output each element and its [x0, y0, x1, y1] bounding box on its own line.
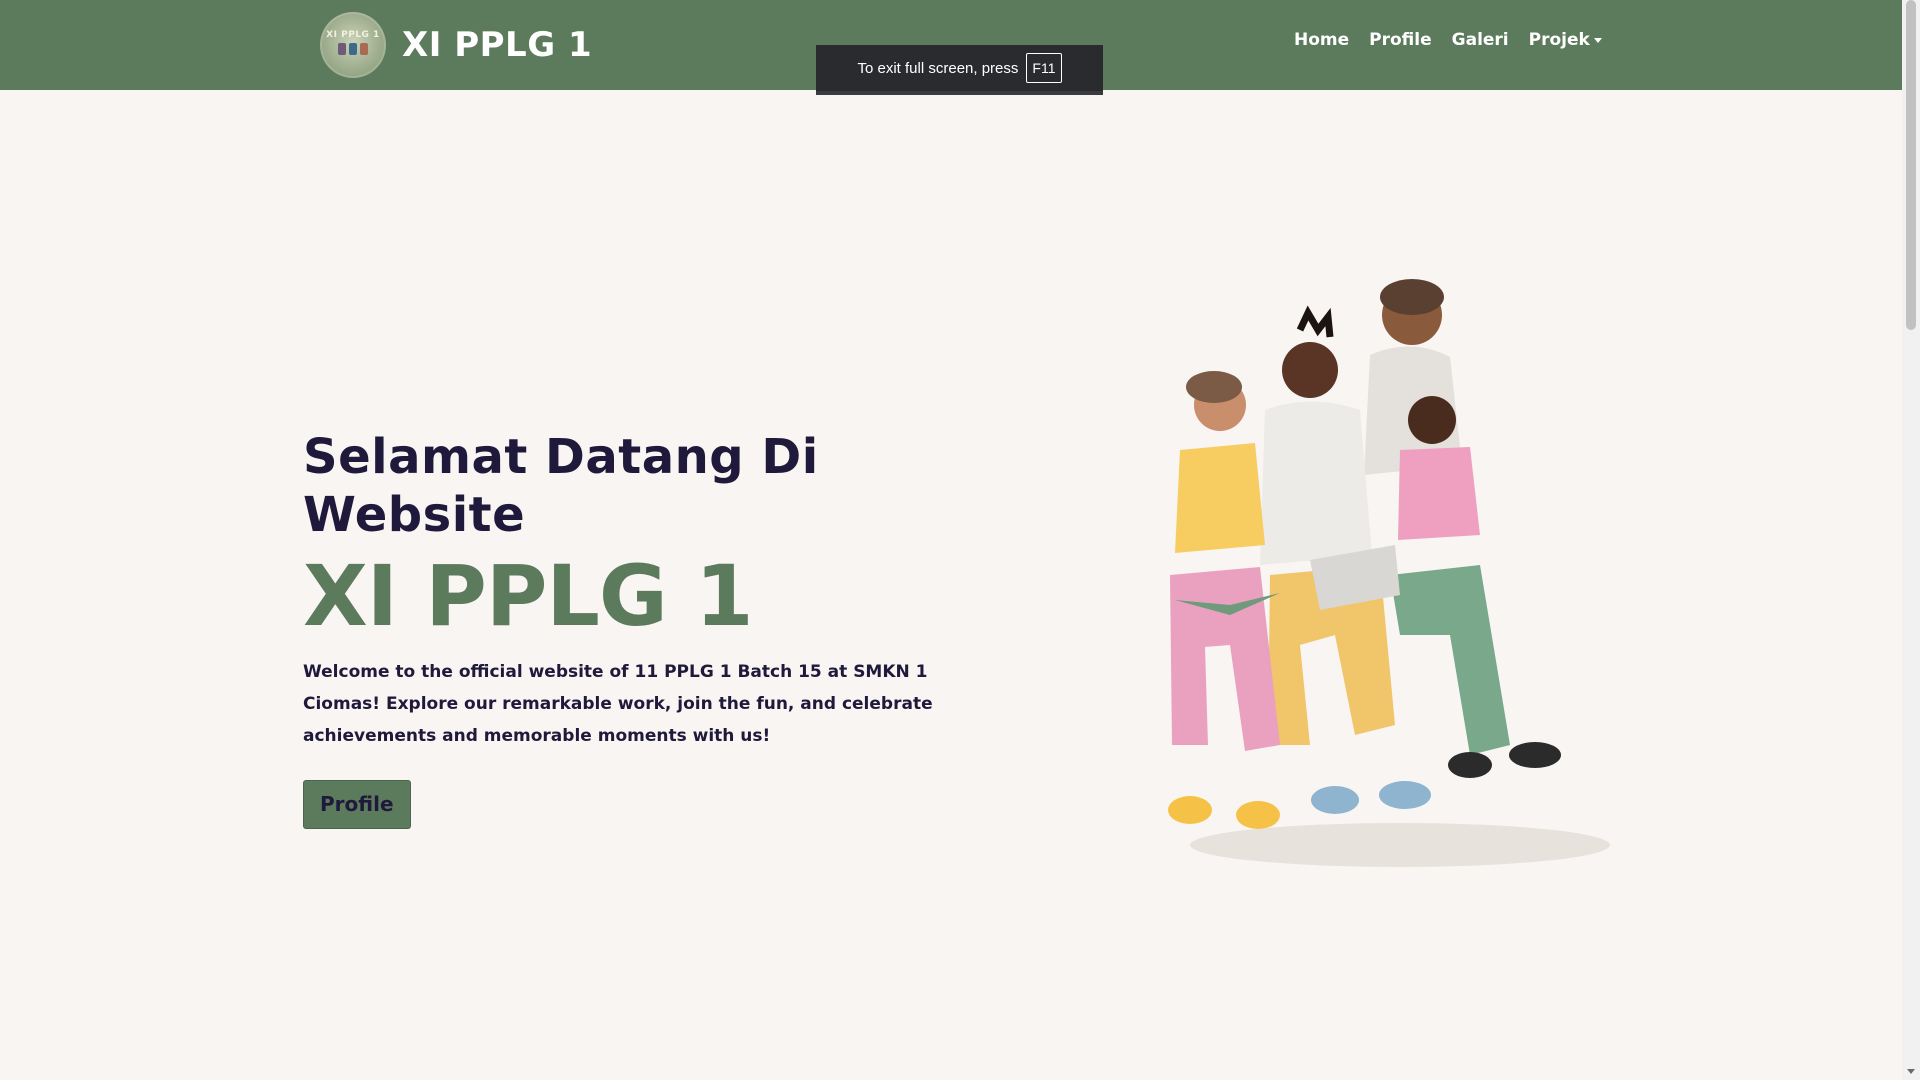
logo-label: XI PPLG 1	[326, 29, 380, 40]
hero-heading: Selamat Datang Di Website	[303, 429, 819, 543]
nav-menu: Home Profile Galeri Projek	[1294, 30, 1602, 50]
scroll-down-arrow-icon[interactable]	[1907, 1069, 1915, 1074]
caret-down-icon	[1593, 37, 1602, 43]
class-logo: XI PPLG 1	[320, 12, 386, 78]
nav-projek-label: Projek	[1528, 30, 1590, 50]
f11-key-badge: F11	[1026, 53, 1062, 83]
brand[interactable]: XI PPLG 1 XI PPLG 1	[320, 12, 592, 78]
nav-home[interactable]: Home	[1294, 30, 1349, 50]
fullscreen-message: To exit full screen, press	[857, 59, 1019, 77]
fullscreen-exit-toast: To exit full screen, press F11	[816, 45, 1103, 95]
logo-figures-icon	[338, 42, 368, 55]
hero-class-name: XI PPLG 1	[303, 547, 754, 645]
scrollbar-thumb[interactable]	[1906, 0, 1916, 330]
nav-projek-dropdown[interactable]: Projek	[1529, 30, 1602, 50]
profile-button[interactable]: Profile	[303, 780, 411, 829]
hero-section: Selamat Datang Di Website XI PPLG 1 Welc…	[303, 428, 963, 829]
nav-galeri[interactable]: Galeri	[1452, 30, 1509, 50]
hero-description: Welcome to the official website of 11 PP…	[303, 662, 933, 746]
nav-profile[interactable]: Profile	[1369, 30, 1431, 50]
brand-title: XI PPLG 1	[402, 25, 593, 65]
students-reading-illustration	[1168, 279, 1610, 867]
vertical-scrollbar[interactable]	[1902, 0, 1920, 1080]
